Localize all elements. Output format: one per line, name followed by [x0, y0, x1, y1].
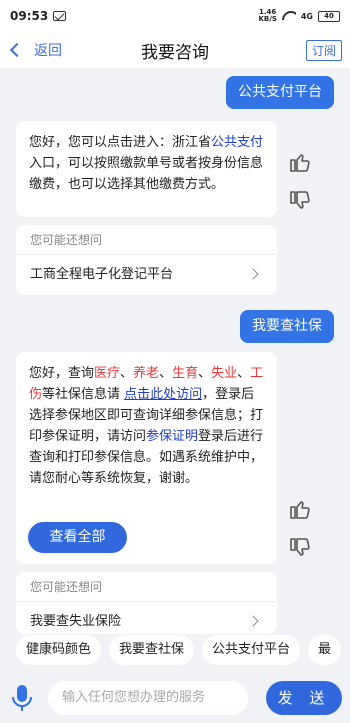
- text-segment: 等社保信息请: [42, 387, 125, 402]
- bot-message: 您好，您可以点击进入：浙江省公共支付入口，可以按照缴款单号或者按身份信息缴费，也…: [16, 121, 277, 217]
- quick-chip[interactable]: 公共支付平台: [202, 635, 301, 665]
- message-notification-icon: [53, 11, 67, 21]
- bot-message-text: 您好，您可以点击进入：浙江省公共支付入口，可以按照缴款单号或者按身份信息缴费，也…: [29, 132, 264, 195]
- thumbs-down-icon[interactable]: [288, 189, 312, 213]
- status-time: 09:53: [10, 9, 49, 23]
- highlight-text: 生育: [172, 366, 199, 381]
- back-button[interactable]: 返回: [9, 40, 62, 60]
- chevron-right-icon: [247, 268, 259, 280]
- quick-chip[interactable]: 我要查社保: [109, 635, 195, 665]
- highlight-text: 养老: [133, 366, 160, 381]
- suggestion-header: 您可能还想问: [16, 225, 277, 255]
- subscribe-button[interactable]: 订阅: [305, 40, 342, 61]
- inline-link[interactable]: 点击此处访问: [124, 387, 202, 402]
- signal-icon: 4G: [300, 11, 313, 21]
- text-segment: 、: [159, 366, 173, 381]
- quick-reply-chips: 健康码颜色 我要查社保 公共支付平台 最: [0, 635, 350, 667]
- thumbs-up-icon[interactable]: [288, 497, 312, 521]
- text-segment: 您好，您可以点击进入：浙江省: [29, 135, 212, 150]
- suggestion-header: 您可能还想问: [16, 572, 277, 602]
- highlight-text[interactable]: 公共支付: [211, 135, 263, 150]
- thumbs-up-icon[interactable]: [288, 150, 312, 174]
- suggestion-item[interactable]: 我要查失业保险: [16, 602, 277, 634]
- suggestion-card: 您可能还想问 我要查失业保险: [16, 572, 277, 634]
- highlight-text: 医疗: [94, 366, 121, 381]
- network-speed: 1.46 KB/S: [258, 8, 277, 23]
- send-button[interactable]: 发 送: [266, 681, 342, 715]
- status-bar: 09:53 1.46 KB/S 4G 40: [0, 0, 350, 32]
- bot-message-text: 您好，查询医疗、养老、生育、失业、工伤等社保信息请 点击此处访问，登录后选择参保…: [29, 363, 264, 489]
- suggestion-card: 您可能还想问 工商全程电子化登记平台: [16, 225, 277, 295]
- thumbs-down-icon[interactable]: [288, 536, 312, 560]
- view-all-button[interactable]: 查看全部: [28, 522, 127, 553]
- highlight-text[interactable]: 参保证明: [146, 429, 198, 444]
- chevron-left-icon: [9, 42, 25, 58]
- suggestion-item[interactable]: 工商全程电子化登记平台: [16, 255, 277, 295]
- text-segment: 、: [237, 366, 251, 381]
- status-indicators: 1.46 KB/S 4G 40: [258, 8, 340, 23]
- user-message: 我要查社保: [240, 310, 334, 343]
- text-segment: 您好，查询: [29, 366, 95, 381]
- message-input[interactable]: 输入任何您想办理的服务: [48, 681, 248, 715]
- highlight-text: 失业: [211, 366, 238, 381]
- quick-chip[interactable]: 最: [308, 635, 342, 665]
- wifi-icon: [282, 11, 296, 21]
- microphone-icon[interactable]: [8, 683, 36, 713]
- user-message: 公共支付平台: [226, 76, 334, 109]
- bot-message: 您好，查询医疗、养老、生育、失业、工伤等社保信息请 点击此处访问，登录后选择参保…: [16, 352, 277, 564]
- battery-icon: 40: [318, 10, 340, 22]
- chevron-right-icon: [247, 615, 259, 627]
- text-segment: 、: [198, 366, 212, 381]
- quick-chip[interactable]: 健康码颜色: [16, 635, 102, 665]
- input-bar: 输入任何您想办理的服务 发 送: [0, 673, 350, 723]
- back-label: 返回: [34, 43, 62, 59]
- nav-bar: 返回 我要咨询 订阅: [0, 32, 350, 68]
- text-fade-overlay: [16, 488, 277, 512]
- text-segment: 入口，可以按照缴款单号或者按身份信息缴费，也可以选择其他缴费方式。: [29, 156, 264, 192]
- text-segment: 、: [120, 366, 134, 381]
